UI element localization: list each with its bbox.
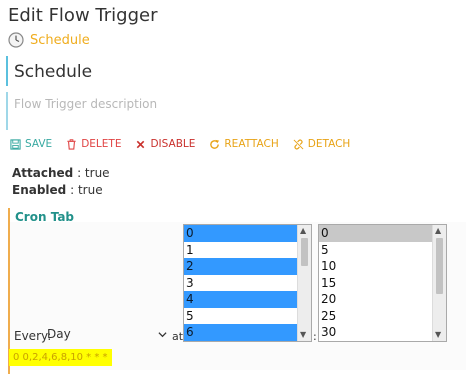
minutes-option[interactable]: 10: [319, 258, 446, 275]
minutes-option[interactable]: 20: [319, 291, 446, 308]
enabled-label: Enabled: [12, 183, 67, 197]
trigger-type: Schedule: [8, 32, 90, 48]
minutes-list-items: 0 5 10 15 20 25 30: [319, 225, 446, 341]
description-placeholder: Flow Trigger description: [14, 97, 158, 111]
description-field[interactable]: Flow Trigger description: [6, 92, 463, 130]
enabled-value: : true: [70, 183, 103, 197]
hours-option[interactable]: 3: [184, 275, 311, 292]
toolbar: SAVE DELETE DISABLE REATTACH DETACH: [10, 138, 364, 150]
hours-listbox[interactable]: 0123456 ▲ ▼: [183, 224, 312, 342]
save-icon: [10, 138, 21, 150]
save-label: SAVE: [25, 138, 53, 150]
hours-scrollbar[interactable]: ▲ ▼: [297, 225, 311, 341]
minutes-option[interactable]: 25: [319, 308, 446, 325]
minutes-option[interactable]: 15: [319, 275, 446, 292]
at-label: at: [172, 330, 184, 343]
chevron-down-icon: [158, 332, 167, 338]
every-select-value: Day: [47, 327, 71, 341]
scroll-up-icon[interactable]: ▲: [300, 227, 306, 235]
scroll-down-icon[interactable]: ▼: [300, 331, 306, 339]
reattach-button[interactable]: REATTACH: [209, 138, 279, 150]
scroll-up-icon[interactable]: ▲: [435, 227, 441, 235]
clock-icon: [8, 32, 24, 48]
page-title: Edit Flow Trigger: [8, 5, 158, 26]
hours-option[interactable]: 1: [184, 242, 311, 259]
detach-button[interactable]: DETACH: [293, 138, 351, 150]
every-label: Every:: [14, 329, 52, 343]
unlink-icon: [293, 139, 304, 149]
hours-option[interactable]: 5: [184, 308, 311, 325]
hours-option[interactable]: 2: [184, 258, 311, 275]
hours-scroll-thumb[interactable]: [301, 238, 308, 266]
attached-value: : true: [77, 166, 110, 180]
attached-label: Attached: [12, 166, 74, 180]
minutes-scrollbar[interactable]: ▲ ▼: [432, 225, 446, 341]
minutes-option[interactable]: 5: [319, 242, 446, 259]
hours-list-items: 0123456: [184, 225, 311, 341]
enabled-property: Enabled : true: [12, 183, 103, 197]
scroll-down-icon[interactable]: ▼: [435, 331, 441, 339]
time-separator: :: [313, 330, 317, 343]
minutes-scroll-thumb[interactable]: [436, 238, 443, 294]
trigger-type-label: Schedule: [30, 32, 90, 48]
hours-option[interactable]: 4: [184, 291, 311, 308]
detach-label: DETACH: [307, 138, 351, 150]
close-icon: [137, 140, 145, 148]
name-value: Schedule: [14, 62, 93, 82]
cron-expression: 0 0,2,4,6,8,10 * * *: [9, 349, 112, 366]
minutes-option[interactable]: 0: [319, 225, 446, 242]
refresh-icon: [210, 139, 220, 149]
disable-label: DISABLE: [150, 138, 196, 150]
every-select[interactable]: Day: [47, 326, 169, 344]
trash-icon: [67, 138, 76, 150]
minutes-listbox[interactable]: 0 5 10 15 20 25 30 ▲ ▼: [318, 224, 447, 342]
hours-option[interactable]: 6: [184, 324, 311, 341]
minutes-option[interactable]: 30: [319, 324, 446, 341]
cron-tab-title: Cron Tab: [15, 210, 75, 224]
save-button[interactable]: SAVE: [10, 138, 52, 150]
delete-label: DELETE: [81, 138, 122, 150]
hours-option[interactable]: 0: [184, 225, 311, 242]
attached-property: Attached : true: [12, 166, 110, 180]
delete-button[interactable]: DELETE: [66, 138, 121, 150]
name-field[interactable]: Schedule: [6, 56, 463, 86]
reattach-label: REATTACH: [224, 138, 279, 150]
disable-button[interactable]: DISABLE: [135, 138, 195, 150]
